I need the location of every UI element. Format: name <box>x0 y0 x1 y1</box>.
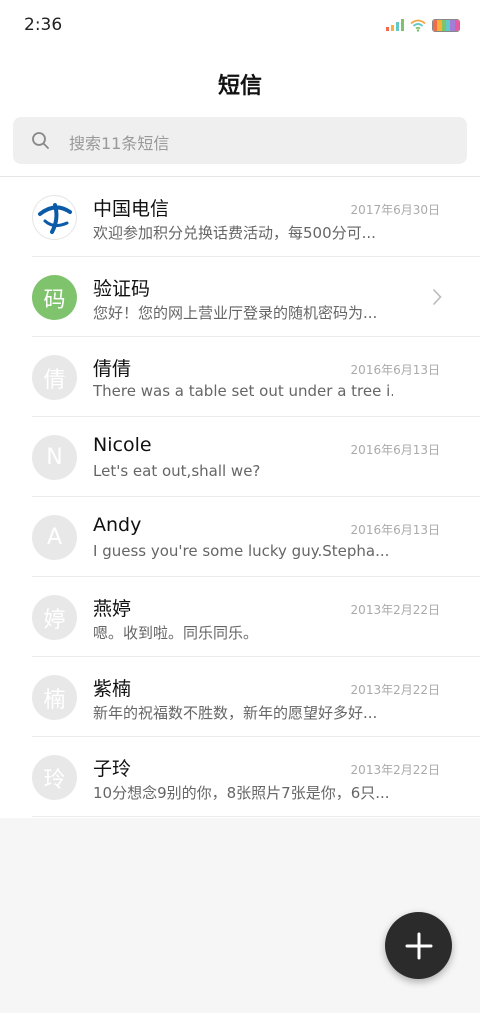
contact-name: 燕婷 <box>93 598 132 620</box>
message-date: 2013年2月22日 <box>350 683 440 697</box>
search-bar[interactable]: 搜索11条短信 <box>13 117 467 164</box>
contact-name: Nicole <box>93 434 152 456</box>
avatar: 码 <box>32 275 77 320</box>
message-preview: 新年的祝福数不胜数，新年的愿望好多好... <box>93 704 378 722</box>
conversation-row[interactable]: 玲 子玲 10分想念9别的你，8张照片7张是你，6只... 2013年2月22日 <box>0 737 480 817</box>
avatar: 楠 <box>32 675 77 720</box>
message-date: 2013年2月22日 <box>350 603 440 617</box>
message-preview: 欢迎参加积分兑换话费活动，每500分可... <box>93 224 376 242</box>
avatar: 婷 <box>32 595 77 640</box>
signal-icon <box>386 19 404 31</box>
page-title: 短信 <box>217 74 262 99</box>
avatar: A <box>32 515 77 560</box>
conversation-row[interactable]: A Andy I guess you're some lucky guy.Ste… <box>0 497 480 577</box>
status-icons <box>386 18 460 32</box>
conversation-row[interactable]: 楠 紫楠 新年的祝福数不胜数，新年的愿望好多好... 2013年2月22日 <box>0 657 480 737</box>
chevron-right-icon[interactable] <box>432 288 442 306</box>
conversation-row[interactable]: 倩 倩倩 There was a table set out under a t… <box>0 337 480 417</box>
conversation-row[interactable]: 中国电信 欢迎参加积分兑换话费活动，每500分可... 2017年6月30日 <box>0 177 480 257</box>
message-date: 2016年6月13日 <box>350 443 440 457</box>
avatar: 倩 <box>32 355 77 400</box>
contact-name: 子玲 <box>93 758 132 780</box>
contact-name: Andy <box>93 514 142 536</box>
message-date: 2013年2月22日 <box>350 763 440 777</box>
contact-name: 验证码 <box>93 278 151 300</box>
avatar: N <box>32 435 77 480</box>
contact-name: 紫楠 <box>93 678 132 700</box>
conversation-row[interactable]: 码 验证码 您好！您的网上营业厅登录的随机密码为... <box>0 257 480 337</box>
conversation-row[interactable]: N Nicole Let's eat out,shall we? 2016年6月… <box>0 417 480 497</box>
message-preview: There was a table set out under a tree i… <box>93 382 393 400</box>
message-preview: 您好！您的网上营业厅登录的随机密码为... <box>93 304 378 322</box>
status-time: 2:36 <box>24 15 63 35</box>
search-icon <box>32 132 49 149</box>
contact-name: 中国电信 <box>93 198 170 220</box>
contact-name: 倩倩 <box>93 358 132 380</box>
message-preview: Let's eat out,shall we? <box>93 462 261 480</box>
conversation-row[interactable]: 婷 燕婷 嗯。收到啦。同乐同乐。 2013年2月22日 <box>0 577 480 657</box>
plus-icon <box>405 932 432 959</box>
china-telecom-logo-icon <box>32 195 77 240</box>
message-date: 2016年6月13日 <box>350 363 440 377</box>
message-date: 2017年6月30日 <box>350 203 440 217</box>
message-date: 2016年6月13日 <box>350 523 440 537</box>
message-preview: 10分想念9别的你，8张照片7张是你，6只... <box>93 784 390 802</box>
new-message-button[interactable] <box>385 912 452 979</box>
status-bar: 2:36 <box>0 0 480 52</box>
battery-icon <box>432 18 460 32</box>
message-preview: 嗯。收到啦。同乐同乐。 <box>93 624 259 642</box>
wifi-icon <box>410 19 426 32</box>
search-input[interactable]: 搜索11条短信 <box>69 130 169 154</box>
conversation-list: 中国电信 欢迎参加积分兑换话费活动，每500分可... 2017年6月30日 码… <box>0 177 480 817</box>
avatar: 玲 <box>32 755 77 800</box>
message-preview: I guess you're some lucky guy.Stepha... <box>93 542 390 560</box>
